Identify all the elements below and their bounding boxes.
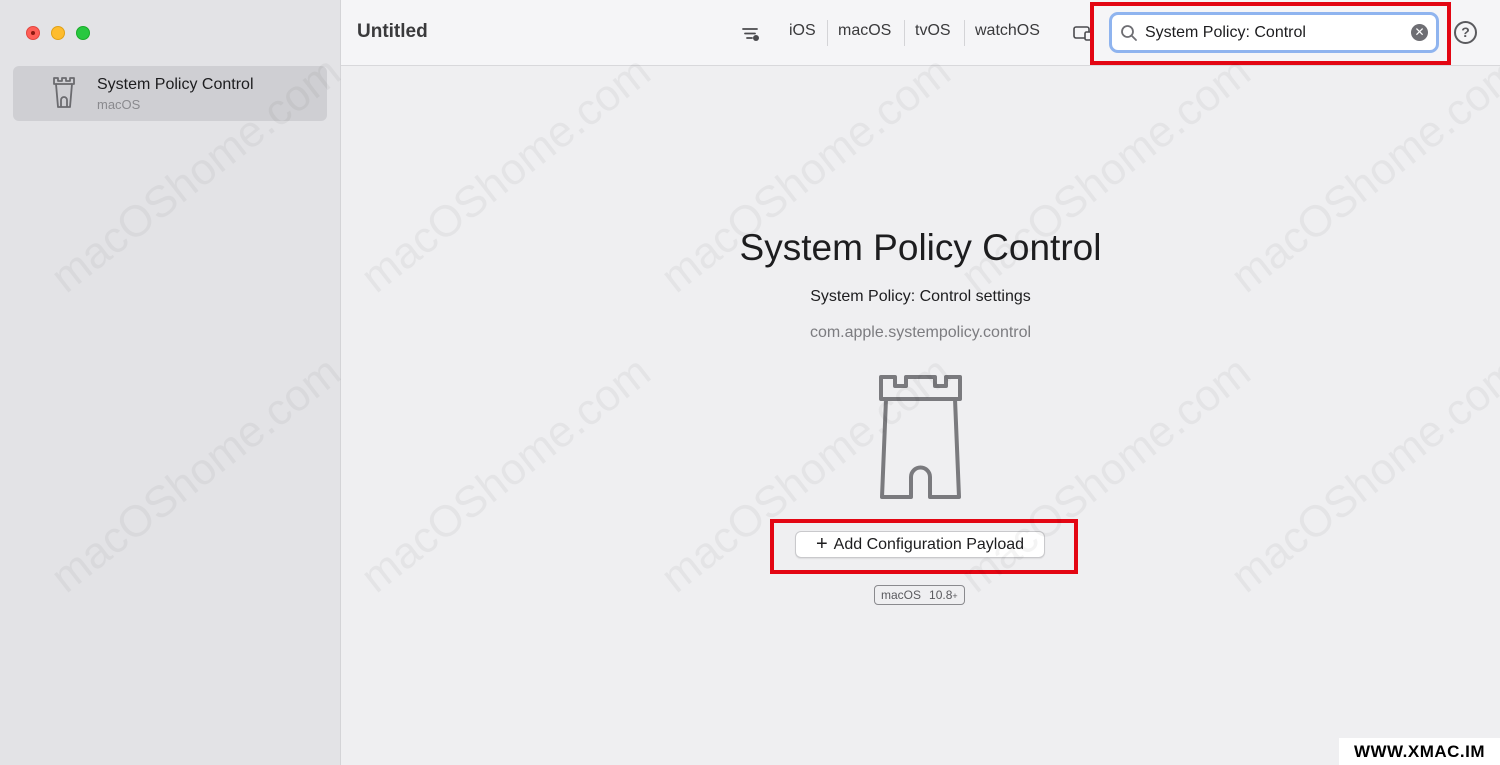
close-window-button[interactable] bbox=[26, 26, 40, 40]
tower-icon bbox=[53, 77, 75, 108]
sidebar-item-title: System Policy Control bbox=[97, 76, 254, 93]
help-button[interactable]: ? bbox=[1454, 21, 1477, 44]
divider bbox=[904, 20, 905, 46]
platform-filter-watchos[interactable]: watchOS bbox=[975, 22, 1040, 40]
divider bbox=[827, 20, 828, 46]
payload-description: System Policy: Control settings bbox=[810, 288, 1031, 305]
search-field[interactable]: ✕ bbox=[1109, 12, 1439, 53]
sidebar: System Policy Control macOS bbox=[0, 0, 341, 765]
minimize-window-button[interactable] bbox=[51, 26, 65, 40]
version-badge-platform: macOS bbox=[881, 588, 922, 602]
search-icon bbox=[1121, 25, 1137, 41]
platform-filter-ios[interactable]: iOS bbox=[789, 22, 816, 40]
page-title: System Policy Control bbox=[739, 227, 1102, 268]
tower-icon bbox=[879, 375, 962, 499]
main-content: System Policy Control System Policy: Con… bbox=[341, 67, 1500, 765]
sidebar-item-system-policy-control[interactable]: System Policy Control macOS bbox=[13, 66, 327, 121]
version-badge: macOS 10.8+ bbox=[874, 585, 965, 605]
platform-filter-macos[interactable]: macOS bbox=[838, 22, 891, 40]
add-configuration-payload-button[interactable]: + Add Configuration Payload bbox=[795, 531, 1045, 558]
window-controls bbox=[26, 26, 90, 40]
plus-icon: + bbox=[815, 532, 828, 555]
zoom-window-button[interactable] bbox=[76, 26, 90, 40]
clear-search-icon[interactable]: ✕ bbox=[1411, 24, 1428, 41]
platform-filter-tvos[interactable]: tvOS bbox=[915, 22, 951, 40]
add-button-label: Add Configuration Payload bbox=[833, 535, 1025, 553]
search-input[interactable] bbox=[1145, 22, 1405, 44]
corner-watermark: WWW.XMAC.IM bbox=[1339, 738, 1500, 765]
filter-icon[interactable] bbox=[741, 24, 761, 44]
toolbar: Untitled iOS macOS tvOS watchOS ✕ ? bbox=[341, 0, 1500, 66]
divider bbox=[964, 20, 965, 46]
sidebar-item-subtitle: macOS bbox=[97, 97, 141, 112]
version-badge-version: 10.8+ bbox=[929, 588, 958, 602]
payload-identifier: com.apple.systempolicy.control bbox=[809, 324, 1032, 341]
window-title: Untitled bbox=[357, 21, 428, 42]
